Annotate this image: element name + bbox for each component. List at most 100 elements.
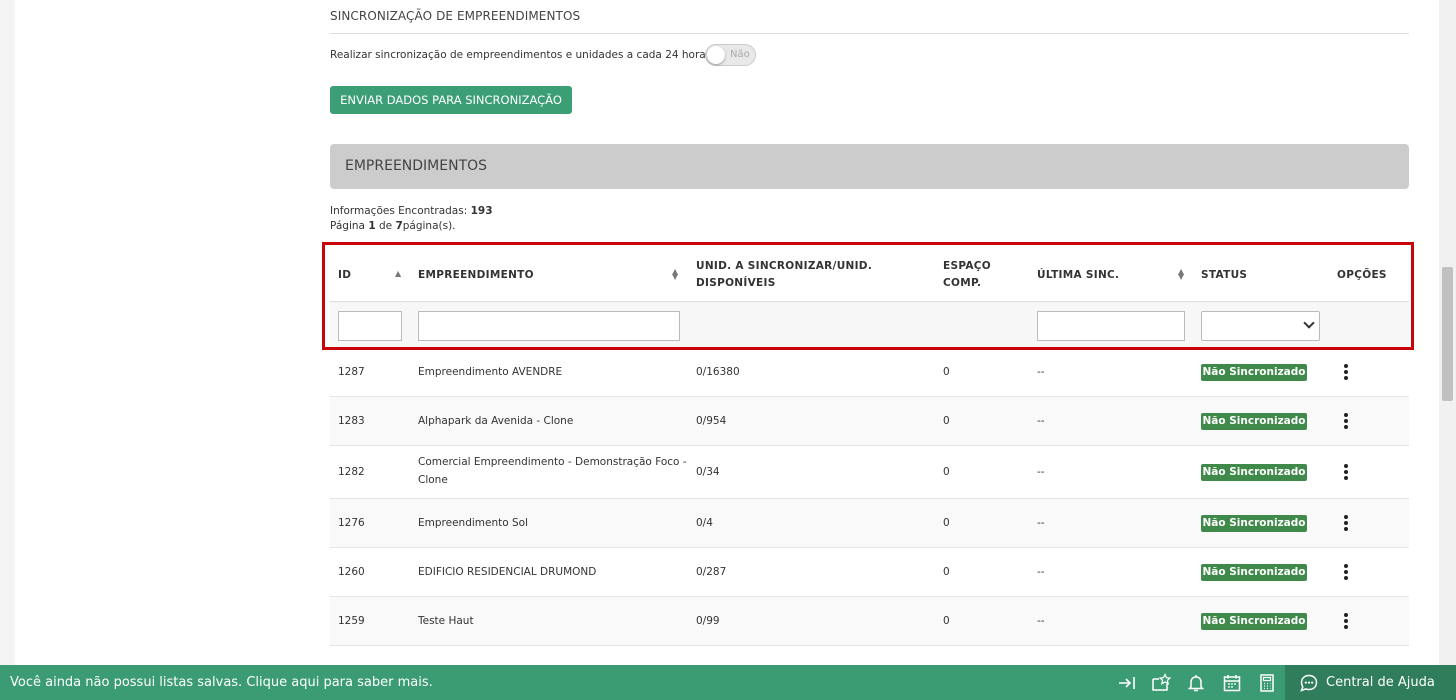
kebab-dot <box>1344 564 1348 568</box>
empreendimentos-table: ID ▲ EMPREENDIMENTO ▲ ▼ UNID. A SINCRONIZ… <box>330 250 1409 646</box>
status-badge: Não Sincronizado <box>1201 464 1307 481</box>
cell-unid: 0/16380 <box>696 366 740 378</box>
column-header-empreendimento[interactable]: EMPREENDIMENTO <box>418 267 534 284</box>
cell-ultima-sinc: -- <box>1037 615 1045 627</box>
collapse-arrow-icon[interactable] <box>1117 673 1137 693</box>
send-sync-data-button[interactable]: ENVIAR DADOS PARA SINCRONIZAÇÃO <box>330 86 572 114</box>
kebab-dot <box>1344 364 1348 368</box>
kebab-dot <box>1344 370 1348 374</box>
table-header-row: ID ▲ EMPREENDIMENTO ▲ ▼ UNID. A SINCRONIZ… <box>330 250 1409 302</box>
panel-title: EMPREENDIMENTOS <box>345 158 488 174</box>
more-options-icon[interactable] <box>1341 563 1351 581</box>
more-options-icon[interactable] <box>1341 514 1351 532</box>
page-scrollbar[interactable] <box>1439 0 1456 700</box>
status-filter-select[interactable] <box>1201 311 1320 341</box>
toggle-label: Não <box>730 49 750 60</box>
cell-empreendimento: Empreendimento Sol <box>418 517 528 529</box>
column-header-ultima-sinc[interactable]: ÚLTIMA SINC. <box>1037 267 1119 284</box>
cell-unid: 0/287 <box>696 566 727 578</box>
status-badge: Não Sincronizado <box>1201 515 1307 532</box>
cell-espaco: 0 <box>943 517 950 529</box>
empreendimento-filter-input[interactable] <box>418 311 680 341</box>
table-row[interactable]: 1260 EDIFICIO RESIDENCIAL DRUMOND 0/287 0 --… <box>330 548 1409 597</box>
more-options-icon[interactable] <box>1341 412 1351 430</box>
column-header-unid: UNID. A SINCRONIZAR/UNID. DISPONÍVEIS <box>696 258 872 292</box>
cell-espaco: 0 <box>943 366 950 378</box>
kebab-dot <box>1344 476 1348 480</box>
kebab-dot <box>1344 515 1348 519</box>
id-filter-input[interactable] <box>338 311 402 341</box>
results-count-value: 193 <box>470 205 493 217</box>
cell-empreendimento: Empreendimento AVENDRE <box>418 366 563 378</box>
results-count-label: Informações Encontradas: <box>330 205 468 217</box>
saved-lists-message[interactable]: Você ainda não possui listas salvas. Cli… <box>10 675 433 690</box>
kebab-dot <box>1344 576 1348 580</box>
cell-espaco: 0 <box>943 615 950 627</box>
cell-id: 1259 <box>338 615 365 627</box>
page-total: 7 <box>395 220 403 232</box>
sort-both-icon[interactable]: ▲ ▼ <box>672 268 678 281</box>
star-list-icon[interactable] <box>1151 673 1171 693</box>
status-badge: Não Sincronizado <box>1201 364 1307 381</box>
kebab-dot <box>1344 413 1348 417</box>
chevron-down-icon <box>1303 317 1315 329</box>
cell-ultima-sinc: -- <box>1037 366 1045 378</box>
kebab-dot <box>1344 570 1348 574</box>
help-center-button[interactable]: Central de Ajuda <box>1285 665 1456 700</box>
empreendimentos-panel-header: EMPREENDIMENTOS <box>330 144 1409 189</box>
kebab-dot <box>1344 613 1348 617</box>
more-options-icon[interactable] <box>1341 463 1351 481</box>
pagination-info: Página 1 de 7página(s). <box>330 220 456 232</box>
footer-bar: Você ainda não possui listas salvas. Cli… <box>0 665 1456 700</box>
table-row[interactable]: 1282 Comercial Empreendimento - Demonstra… <box>330 446 1409 499</box>
kebab-dot <box>1344 625 1348 629</box>
more-options-icon[interactable] <box>1341 363 1351 381</box>
cell-id: 1276 <box>338 517 365 529</box>
kebab-dot <box>1344 521 1348 525</box>
cell-ultima-sinc: -- <box>1037 566 1045 578</box>
bell-icon[interactable] <box>1186 673 1206 693</box>
cell-id: 1260 <box>338 566 365 578</box>
table-row[interactable]: 1283 Alphapark da Avenida - Clone 0/954 0 --… <box>330 397 1409 446</box>
page-label: Página <box>330 220 365 232</box>
cell-id: 1282 <box>338 466 365 478</box>
cell-unid: 0/4 <box>696 517 713 529</box>
chat-icon <box>1300 674 1318 692</box>
sort-both-icon[interactable]: ▲ ▼ <box>1178 268 1184 281</box>
status-badge: Não Sincronizado <box>1201 564 1307 581</box>
kebab-dot <box>1344 464 1348 468</box>
cell-unid: 0/99 <box>696 615 720 627</box>
kebab-dot <box>1344 619 1348 623</box>
cell-empreendimento-cont: Clone <box>418 474 448 486</box>
sync-toggle[interactable]: Não <box>705 44 756 66</box>
results-count: Informações Encontradas: 193 <box>330 205 493 217</box>
page-of: de <box>378 220 393 232</box>
sort-asc-icon[interactable]: ▲ <box>395 270 401 278</box>
table-row[interactable]: 1276 Empreendimento Sol 0/4 0 -- Não Sincroni… <box>330 499 1409 548</box>
cell-unid: 0/34 <box>696 466 720 478</box>
calendar-icon[interactable] <box>1222 673 1242 693</box>
status-badge: Não Sincronizado <box>1201 613 1307 630</box>
page-current: 1 <box>368 220 376 232</box>
column-header-id[interactable]: ID <box>338 267 351 284</box>
cell-empreendimento: Alphapark da Avenida - Clone <box>418 415 574 427</box>
cell-empreendimento: EDIFICIO RESIDENCIAL DRUMOND <box>418 566 597 578</box>
cell-unid: 0/954 <box>696 415 727 427</box>
sync-description: Realizar sincronização de empreendimento… <box>330 49 715 61</box>
more-options-icon[interactable] <box>1341 612 1351 630</box>
kebab-dot <box>1344 419 1348 423</box>
ultima-sinc-filter-input[interactable] <box>1037 311 1185 341</box>
sync-section-title: SINCRONIZAÇÃO DE EMPREENDIMENTOS <box>330 9 581 23</box>
scrollbar-thumb[interactable] <box>1442 267 1453 401</box>
unid-header-line2: DISPONÍVEIS <box>696 277 776 289</box>
table-body: 1287 Empreendimento AVENDRE 0/16380 0 -- Não … <box>330 348 1409 646</box>
kebab-dot <box>1344 527 1348 531</box>
column-header-status: STATUS <box>1201 269 1248 281</box>
table-row[interactable]: 1259 Teste Haut 0/99 0 -- Não Sincronizado <box>330 597 1409 646</box>
calculator-icon[interactable] <box>1257 673 1277 693</box>
unid-header-line1: UNID. A SINCRONIZAR/UNID. <box>696 260 873 272</box>
cell-espaco: 0 <box>943 466 950 478</box>
page-suffix: página(s). <box>402 220 456 232</box>
cell-empreendimento: Comercial Empreendimento - Demonstração … <box>418 456 687 468</box>
table-row[interactable]: 1287 Empreendimento AVENDRE 0/16380 0 -- Não … <box>330 348 1409 397</box>
